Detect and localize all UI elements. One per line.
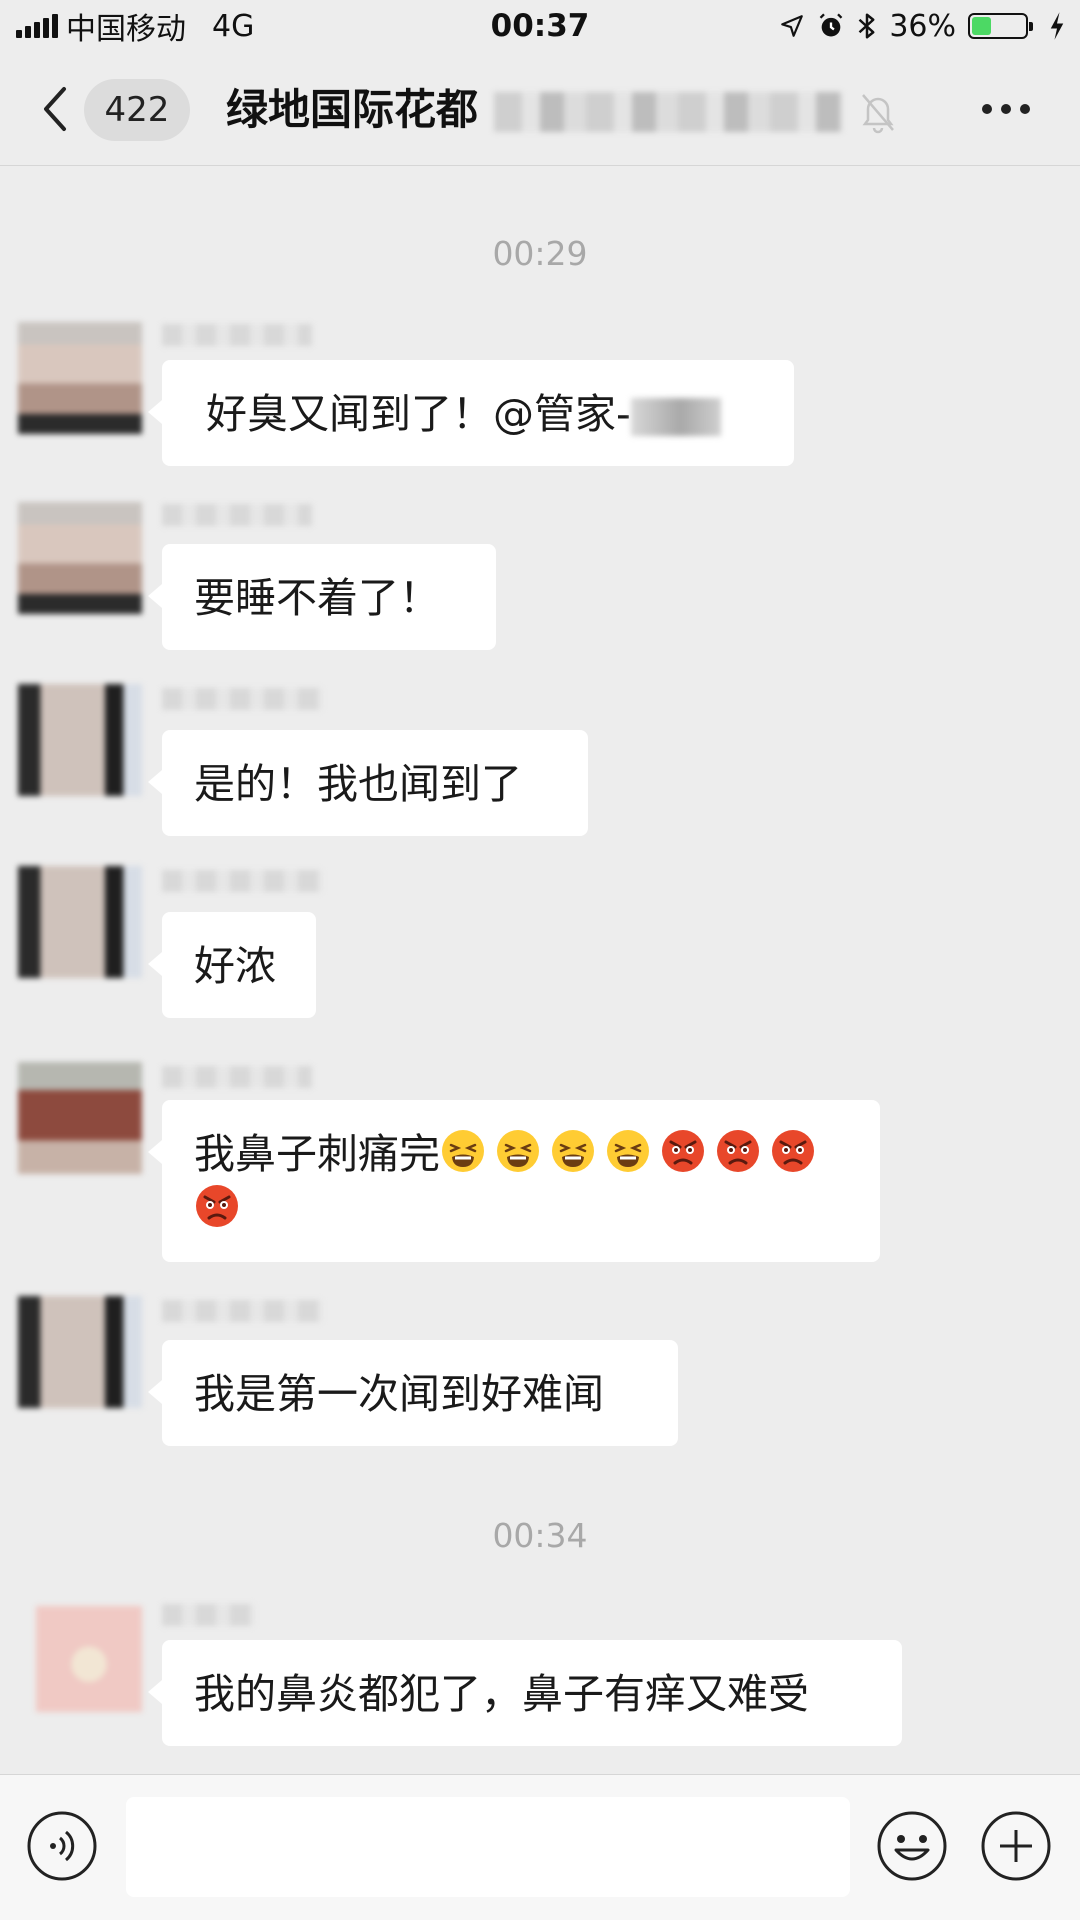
sender-name-redacted [162,324,312,346]
message-bubble[interactable]: 我的鼻炎都犯了，鼻子有痒又难受 [148,1640,902,1746]
unread-count-badge[interactable]: 422 [84,79,190,141]
bell-off-icon [862,94,894,134]
chevron-left-icon[interactable] [36,84,76,134]
voice-icon[interactable] [26,1810,98,1882]
bluetooth-icon [858,13,875,39]
chat-timestamp: 00:34 [492,1516,588,1555]
emoji-icon[interactable] [876,1810,948,1882]
angry-face-emoji [660,1128,706,1174]
message-text: 好臭又闻到了！@管家- [206,390,631,438]
chat-title: 绿地国际花都 [226,85,479,134]
sender-name-redacted [162,1604,254,1626]
sender-name-redacted [162,688,322,710]
mention-redacted [630,398,721,436]
message-text: 我鼻子刺痛完 [194,1130,440,1178]
signal-icon [16,14,58,38]
plus-icon[interactable] [980,1810,1052,1882]
message-bubble[interactable]: 好臭又闻到了！@管家- [148,360,794,466]
message-bubble[interactable]: 要睡不着了！ [148,544,496,650]
angry-face-emoji [715,1128,761,1174]
message-text: 好浓 [194,942,276,990]
alarm-icon [819,13,843,37]
sender-name-redacted [162,1300,322,1322]
message-bubble[interactable]: 我鼻子刺痛完 [148,1100,880,1262]
chat-timestamp: 00:29 [492,234,588,273]
avatar[interactable] [36,1606,142,1712]
avatar[interactable] [18,684,142,796]
location-icon [781,15,804,37]
avatar[interactable] [18,502,142,614]
battery-icon [968,13,1033,39]
sender-name-redacted [162,1066,312,1088]
message-input[interactable] [126,1797,850,1897]
status-bar: 中国移动 4G 00:37 36% [0,0,1080,52]
message-text: 我的鼻炎都犯了，鼻子有痒又难受 [194,1670,809,1718]
message-text: 是的！我也闻到了 [194,760,522,808]
title-redacted [494,92,842,132]
message-bubble[interactable]: 好浓 [148,912,316,1018]
more-icon[interactable] [980,102,1032,116]
message-bubble[interactable]: 是的！我也闻到了 [148,730,588,836]
chat-header: 422 绿地国际花都 [0,52,1080,166]
charging-icon [1050,12,1064,40]
battery-level [972,17,991,35]
tired-face-emoji [550,1128,596,1174]
avatar[interactable] [18,1062,142,1174]
sender-name-redacted [162,870,322,892]
input-bar [0,1774,1080,1920]
network-label: 4G [212,8,255,44]
tired-face-emoji [605,1128,651,1174]
message-text: 我是第一次闻到好难闻 [194,1370,604,1418]
carrier-label: 中国移动 [66,12,186,47]
angry-face-emoji [770,1128,816,1174]
message-text: 要睡不着了！ [194,574,440,622]
sender-name-redacted [162,504,312,526]
angry-face-emoji [194,1183,240,1229]
avatar[interactable] [18,866,142,978]
avatar[interactable] [18,322,142,434]
battery-percent: 36% [889,8,956,44]
tired-face-emoji [440,1128,486,1174]
avatar[interactable] [18,1296,142,1408]
message-bubble[interactable]: 我是第一次闻到好难闻 [148,1340,678,1446]
tired-face-emoji [495,1128,541,1174]
